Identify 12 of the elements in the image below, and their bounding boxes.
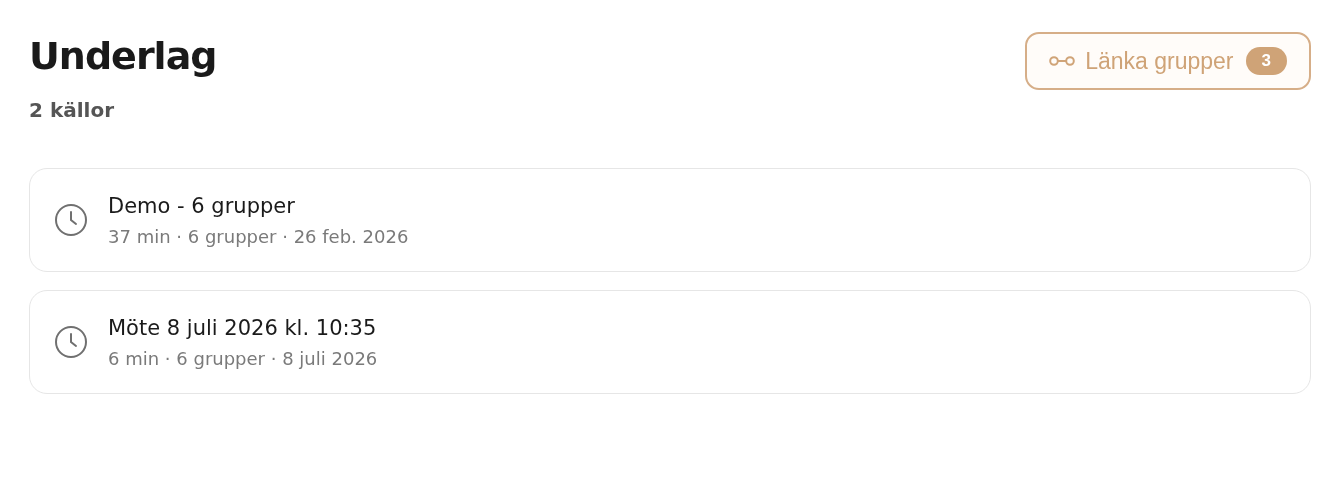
count-badge: 3	[1245, 47, 1287, 75]
source-title: Demo - 6 grupper	[108, 193, 296, 218]
source-details: 6 min · 6 grupper · 8 juli 2026	[108, 347, 378, 369]
clock-icon	[54, 203, 88, 237]
source-title: Möte 8 juli 2026 kl. 10:35	[108, 315, 378, 340]
page-title: Underlag	[29, 33, 217, 80]
source-card[interactable]: Demo - 6 grupper 37 min · 6 grupper · 26 feb. 2026	[29, 168, 1311, 272]
source-card[interactable]: Möte 8 juli 2026 kl. 10:35 6 min · 6 grupper · 8 juli 2026	[29, 290, 1311, 394]
clock-icon	[54, 325, 88, 359]
source-count: 2 källor	[29, 98, 115, 122]
link-icon	[1049, 55, 1076, 67]
source-details: 37 min · 6 grupper · 26 feb. 2026	[108, 225, 409, 247]
